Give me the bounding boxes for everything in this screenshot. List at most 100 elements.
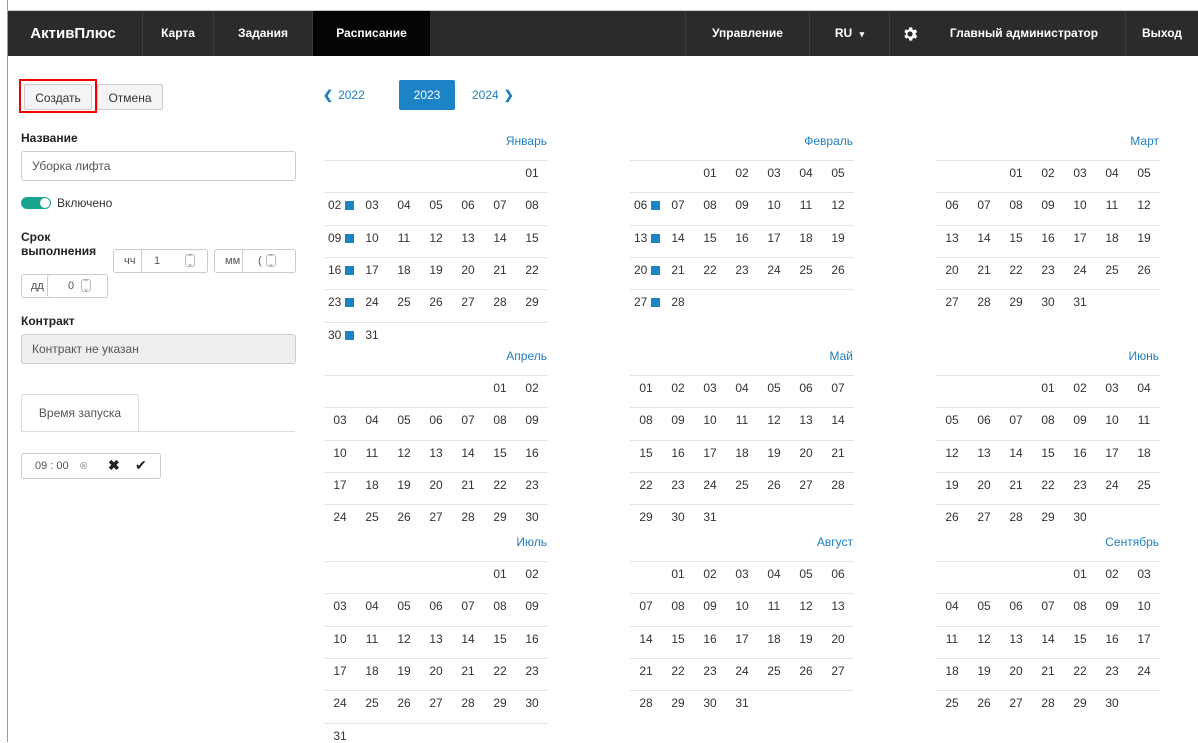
calendar-day[interactable]: 28 — [968, 295, 1000, 309]
brand-logo[interactable]: АктивПлюс — [18, 11, 128, 56]
calendar-day[interactable]: 12 — [758, 413, 790, 427]
calendar-day[interactable]: 23 — [516, 478, 548, 492]
calendar-day[interactable]: 30 — [694, 696, 726, 710]
calendar-day[interactable]: 11 — [790, 198, 822, 212]
calendar-day[interactable]: 15 — [1000, 231, 1032, 245]
calendar-day[interactable]: 01 — [1032, 381, 1064, 395]
calendar-day[interactable]: 16 — [694, 632, 726, 646]
calendar-day[interactable]: 30 — [1064, 510, 1096, 524]
calendar-day[interactable]: 21 — [822, 446, 854, 460]
calendar-day[interactable]: 17 — [324, 664, 356, 678]
calendar-day[interactable]: 19 — [790, 632, 822, 646]
calendar-day[interactable]: 26 — [968, 696, 1000, 710]
calendar-day[interactable]: 07 — [1032, 599, 1064, 613]
calendar-day[interactable]: 25 — [790, 263, 822, 277]
calendar-day[interactable]: 10 — [324, 446, 356, 460]
tab-launch-time[interactable]: Время запуска — [21, 394, 139, 432]
calendar-day[interactable]: 26 — [1128, 263, 1160, 277]
calendar-day[interactable]: 29 — [484, 510, 516, 524]
calendar-day[interactable]: 15 — [662, 632, 694, 646]
calendar-day[interactable]: 11 — [936, 632, 968, 646]
calendar-day[interactable]: 01 — [662, 567, 694, 581]
calendar-day[interactable]: 04 — [726, 381, 758, 395]
calendar-day[interactable]: 17 — [694, 446, 726, 460]
logout-link[interactable]: Выход — [1126, 11, 1198, 56]
calendar-day[interactable]: 05 — [968, 599, 1000, 613]
calendar-day[interactable]: 13 — [420, 446, 452, 460]
calendar-day[interactable]: 26 — [388, 696, 420, 710]
calendar-day[interactable]: 20 — [822, 632, 854, 646]
next-year-link[interactable]: 2024 ❯ — [472, 80, 532, 110]
calendar-day[interactable]: 07 — [484, 198, 516, 212]
calendar-day[interactable]: 23 — [1064, 478, 1096, 492]
calendar-day[interactable]: 17 — [1096, 446, 1128, 460]
calendar-day[interactable]: 21 — [452, 664, 484, 678]
calendar-day[interactable]: 21 — [1032, 664, 1064, 678]
calendar-day[interactable]: 24 — [1096, 478, 1128, 492]
calendar-day[interactable]: 26 — [822, 263, 854, 277]
calendar-day[interactable]: 07 — [452, 413, 484, 427]
calendar-day[interactable]: 08 — [484, 599, 516, 613]
calendar-day[interactable]: 12 — [388, 446, 420, 460]
calendar-day[interactable]: 15 — [484, 446, 516, 460]
calendar-day[interactable]: 26 — [936, 510, 968, 524]
calendar-day[interactable]: 20 — [968, 478, 1000, 492]
calendar-day[interactable]: 24 — [694, 478, 726, 492]
calendar-day[interactable]: 24 — [356, 295, 388, 309]
calendar-day[interactable]: 03 — [1128, 567, 1160, 581]
calendar-day[interactable]: 10 — [758, 198, 790, 212]
calendar-day[interactable]: 17 — [1064, 231, 1096, 245]
calendar-day[interactable]: 13 — [452, 231, 484, 245]
calendar-day[interactable]: 17 — [356, 263, 388, 277]
calendar-day[interactable]: 11 — [1128, 413, 1160, 427]
calendar-day[interactable]: 01 — [484, 381, 516, 395]
calendar-day[interactable]: 30 — [1096, 696, 1128, 710]
calendar-day[interactable]: 03 — [726, 567, 758, 581]
calendar-day[interactable]: 03 — [1064, 166, 1096, 180]
enabled-toggle[interactable] — [21, 197, 51, 209]
calendar-day[interactable]: 15 — [630, 446, 662, 460]
calendar-day[interactable]: 22 — [484, 478, 516, 492]
calendar-day[interactable]: 23 — [662, 478, 694, 492]
calendar-day[interactable]: 05 — [420, 198, 452, 212]
calendar-day[interactable]: 02 — [1032, 166, 1064, 180]
calendar-day[interactable]: 17 — [726, 632, 758, 646]
calendar-day[interactable]: 18 — [726, 446, 758, 460]
calendar-day[interactable]: 02 — [662, 381, 694, 395]
calendar-day[interactable]: 09 — [516, 599, 548, 613]
calendar-day[interactable]: 03 — [356, 198, 388, 212]
calendar-day[interactable]: 16 — [662, 446, 694, 460]
calendar-day[interactable]: 16 — [726, 231, 758, 245]
calendar-day[interactable]: 07 — [630, 599, 662, 613]
calendar-day[interactable]: 19 — [388, 478, 420, 492]
calendar-day[interactable]: 18 — [1128, 446, 1160, 460]
calendar-day[interactable]: 08 — [1032, 413, 1064, 427]
calendar-day[interactable]: 08 — [484, 413, 516, 427]
calendar-day[interactable]: 20 — [790, 446, 822, 460]
calendar-day[interactable]: 02 — [1096, 567, 1128, 581]
calendar-day[interactable]: 05 — [936, 413, 968, 427]
calendar-day[interactable]: 01 — [516, 166, 548, 180]
calendar-day[interactable]: 08 — [630, 413, 662, 427]
calendar-day[interactable]: 09 — [1064, 413, 1096, 427]
calendar-day[interactable]: 13 — [968, 446, 1000, 460]
calendar-day[interactable]: 27 — [822, 664, 854, 678]
calendar-day[interactable]: 12 — [1128, 198, 1160, 212]
calendar-day[interactable]: 22 — [630, 478, 662, 492]
calendar-day[interactable]: 17 — [1128, 632, 1160, 646]
calendar-day[interactable]: 09 — [1032, 198, 1064, 212]
calendar-day[interactable]: 05 — [758, 381, 790, 395]
calendar-day[interactable]: 15 — [694, 231, 726, 245]
calendar-day[interactable]: 19 — [822, 231, 854, 245]
calendar-day[interactable]: 07 — [452, 599, 484, 613]
calendar-day[interactable]: 01 — [694, 166, 726, 180]
calendar-day[interactable]: 06 — [420, 413, 452, 427]
calendar-day[interactable]: 21 — [484, 263, 516, 277]
calendar-day[interactable]: 15 — [484, 632, 516, 646]
calendar-day[interactable]: 07 — [1000, 413, 1032, 427]
calendar-day[interactable]: 21 — [1000, 478, 1032, 492]
calendar-day[interactable]: 18 — [356, 478, 388, 492]
calendar-day[interactable]: 12 — [936, 446, 968, 460]
calendar-day[interactable]: 14 — [1000, 446, 1032, 460]
calendar-day[interactable]: 12 — [388, 632, 420, 646]
